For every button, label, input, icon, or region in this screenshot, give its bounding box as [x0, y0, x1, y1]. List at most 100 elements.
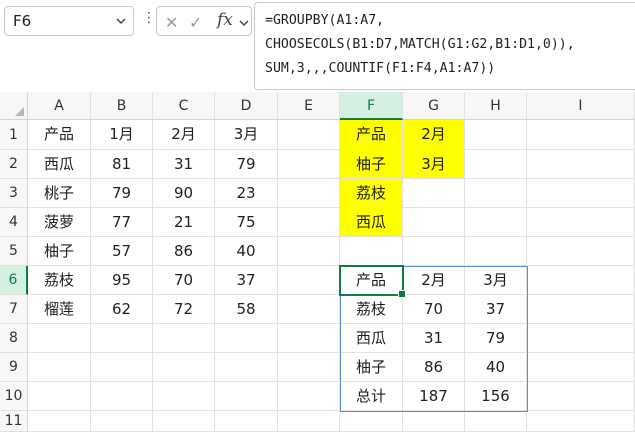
cell-g7[interactable]: 70 [403, 295, 465, 324]
cell-d8[interactable] [215, 324, 278, 353]
row-header-1[interactable]: 1 [0, 120, 28, 150]
cell-b8[interactable] [91, 324, 153, 353]
worksheet-grid[interactable]: ABCDEFGHI 1 2 3 4 5 6 7 8 9 10 11 产品 1月 2月 3月 产品 2月 西瓜 81… [0, 92, 635, 432]
cell-h11[interactable] [465, 411, 527, 432]
column-header-f[interactable]: F [340, 92, 403, 120]
column-header-i[interactable]: I [527, 92, 635, 120]
cell-a3[interactable]: 桃子 [28, 179, 91, 208]
cell-c11[interactable] [153, 411, 215, 432]
cell-e1[interactable] [278, 120, 340, 150]
cell-h8[interactable]: 79 [465, 324, 527, 353]
cell-e9[interactable] [278, 353, 340, 382]
cell-i5[interactable] [527, 237, 635, 266]
cell-d7[interactable]: 58 [215, 295, 278, 324]
cell-b5[interactable]: 57 [91, 237, 153, 266]
cell-a9[interactable] [28, 353, 91, 382]
cell-b9[interactable] [91, 353, 153, 382]
cell-b2[interactable]: 81 [91, 150, 153, 179]
column-header-e[interactable]: E [278, 92, 340, 120]
cancel-icon[interactable]: ✕ [165, 13, 178, 32]
cell-i3[interactable] [527, 179, 635, 208]
row-header-7[interactable]: 7 [0, 295, 28, 324]
cell-a6[interactable]: 荔枝 [28, 266, 91, 295]
column-header-a[interactable]: A [28, 92, 91, 120]
cell-d4[interactable]: 75 [215, 208, 278, 237]
cell-i9[interactable] [527, 353, 635, 382]
chevron-down-icon[interactable] [239, 18, 249, 28]
cell-i2[interactable] [527, 150, 635, 179]
row-header-6[interactable]: 6 [0, 266, 28, 295]
formula-input[interactable]: =GROUPBY(A1:A7, CHOOSECOLS(B1:D7,MATCH(G… [254, 2, 635, 90]
cell-c10[interactable] [153, 382, 215, 411]
cell-g4[interactable] [403, 208, 465, 237]
cell-f1[interactable]: 产品 [340, 120, 403, 150]
cell-f8[interactable]: 西瓜 [340, 324, 403, 353]
cell-d10[interactable] [215, 382, 278, 411]
cell-h3[interactable] [465, 179, 527, 208]
row-header-3[interactable]: 3 [0, 179, 28, 208]
cell-g5[interactable] [403, 237, 465, 266]
cell-f3[interactable]: 荔枝 [340, 179, 403, 208]
cell-e7[interactable] [278, 295, 340, 324]
row-header-8[interactable]: 8 [0, 324, 28, 353]
cell-c4[interactable]: 21 [153, 208, 215, 237]
cell-d6[interactable]: 37 [215, 266, 278, 295]
cell-i10[interactable] [527, 382, 635, 411]
cell-c9[interactable] [153, 353, 215, 382]
cell-c2[interactable]: 31 [153, 150, 215, 179]
cell-i7[interactable] [527, 295, 635, 324]
cell-b3[interactable]: 79 [91, 179, 153, 208]
cell-b1[interactable]: 1月 [91, 120, 153, 150]
cell-f7[interactable]: 荔枝 [340, 295, 403, 324]
cell-d11[interactable] [215, 411, 278, 432]
cell-i8[interactable] [527, 324, 635, 353]
column-header-d[interactable]: D [215, 92, 278, 120]
cell-g9[interactable]: 86 [403, 353, 465, 382]
cell-d3[interactable]: 23 [215, 179, 278, 208]
cell-a11[interactable] [28, 411, 91, 432]
cell-a5[interactable]: 柚子 [28, 237, 91, 266]
cell-a7[interactable]: 榴莲 [28, 295, 91, 324]
row-header-11[interactable]: 11 [0, 411, 28, 432]
insert-function-icon[interactable]: fx [217, 10, 233, 30]
cell-d1[interactable]: 3月 [215, 120, 278, 150]
name-box[interactable]: F6 [4, 6, 134, 36]
cell-g11[interactable] [403, 411, 465, 432]
cell-g2[interactable]: 3月 [403, 150, 465, 179]
cell-e11[interactable] [278, 411, 340, 432]
cell-a8[interactable] [28, 324, 91, 353]
cell-f10[interactable]: 总计 [340, 382, 403, 411]
cell-d2[interactable]: 79 [215, 150, 278, 179]
cell-f9[interactable]: 柚子 [340, 353, 403, 382]
cell-g1[interactable]: 2月 [403, 120, 465, 150]
cell-h2[interactable] [465, 150, 527, 179]
cell-e2[interactable] [278, 150, 340, 179]
cell-b4[interactable]: 77 [91, 208, 153, 237]
cell-a1[interactable]: 产品 [28, 120, 91, 150]
chevron-down-icon[interactable] [115, 15, 127, 27]
column-header-g[interactable]: G [403, 92, 465, 120]
cell-h1[interactable] [465, 120, 527, 150]
cell-c6[interactable]: 70 [153, 266, 215, 295]
more-options-icon[interactable]: ⋮ [142, 10, 156, 26]
cell-d5[interactable]: 40 [215, 237, 278, 266]
cell-f2[interactable]: 柚子 [340, 150, 403, 179]
cell-c3[interactable]: 90 [153, 179, 215, 208]
cell-i6[interactable] [527, 266, 635, 295]
cell-e4[interactable] [278, 208, 340, 237]
cell-h10[interactable]: 156 [465, 382, 527, 411]
row-header-9[interactable]: 9 [0, 353, 28, 382]
cell-h4[interactable] [465, 208, 527, 237]
cell-b11[interactable] [91, 411, 153, 432]
cell-c7[interactable]: 72 [153, 295, 215, 324]
cell-i11[interactable] [527, 411, 635, 432]
cell-g6[interactable]: 2月 [403, 266, 465, 295]
fill-handle[interactable] [398, 290, 406, 298]
cell-h5[interactable] [465, 237, 527, 266]
row-header-10[interactable]: 10 [0, 382, 28, 411]
column-header-b[interactable]: B [91, 92, 153, 120]
row-header-4[interactable]: 4 [0, 208, 28, 237]
cell-f5[interactable] [340, 237, 403, 266]
cell-g8[interactable]: 31 [403, 324, 465, 353]
cell-e6[interactable] [278, 266, 340, 295]
